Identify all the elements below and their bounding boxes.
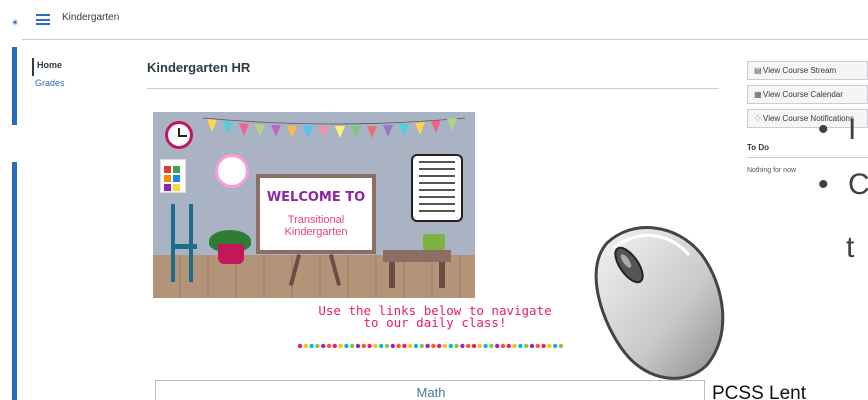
course-nav-home[interactable]: Home: [32, 58, 122, 76]
math-title[interactable]: Math: [156, 385, 706, 400]
divider-dot: [350, 343, 355, 349]
divider-dot: [321, 343, 326, 349]
divider-dot: [303, 343, 308, 349]
desk: [383, 250, 451, 262]
divider-dot: [419, 343, 424, 349]
divider-dot: [297, 343, 303, 349]
board-line-2: Kindergarten: [284, 226, 348, 238]
divider-dot: [553, 343, 558, 349]
divider-dot: [326, 343, 332, 349]
plant-pot: [218, 244, 244, 264]
divider-dot: [315, 343, 320, 349]
welcome-board: WELCOME TO Transitional Kindergarten: [256, 174, 376, 254]
divider-dot: [309, 343, 314, 349]
divider-dot: [361, 343, 366, 349]
divider-dot: [518, 343, 523, 349]
divider-dot: [338, 343, 343, 349]
calendar-icon: ▦: [754, 90, 762, 99]
divider-dot: [541, 343, 546, 349]
breadcrumb[interactable]: Kindergarten: [62, 12, 119, 23]
divider-dot: [373, 343, 378, 349]
divider-dot: [442, 343, 448, 349]
overlay-bullet: •: [818, 113, 829, 146]
view-course-calendar-button[interactable]: ▦View Course Calendar: [747, 85, 868, 104]
overlay-text-3: t: [846, 231, 855, 264]
global-nav-bar: [12, 47, 17, 125]
divider-dot: [332, 343, 337, 349]
nav-logo-icon[interactable]: ✴: [9, 18, 19, 30]
divider-dot: [437, 343, 442, 349]
divider-dot: [524, 343, 529, 349]
quote-note: [411, 154, 463, 222]
todo-divider: [747, 157, 868, 158]
divider-dot: [408, 343, 413, 349]
divider-dot: [466, 343, 471, 349]
button-label: View Course Stream: [763, 66, 837, 75]
stream-icon: ▤: [754, 66, 762, 75]
course-header: Kindergarten: [22, 0, 868, 40]
board-title: WELCOME TO: [266, 190, 366, 205]
divider-dot: [547, 343, 552, 349]
navigation-prompt: Use the links below to navigate to our d…: [290, 304, 580, 330]
divider-dot: [448, 343, 453, 349]
divider-dot: [512, 343, 517, 349]
sticker-badge: [215, 154, 249, 188]
divider-dot: [460, 343, 465, 349]
divider-dot: [529, 343, 535, 349]
divider-dot: [477, 343, 482, 349]
view-course-stream-button[interactable]: ▤View Course Stream: [747, 61, 868, 80]
todo-empty-text: Nothing for now: [747, 167, 797, 174]
board-subtitle: Transitional Kindergarten: [260, 214, 372, 238]
divider-dot: [390, 343, 395, 349]
divider-dot: [454, 343, 459, 349]
global-nav: ✴: [0, 0, 22, 400]
todo-heading: To Do: [747, 143, 770, 152]
calendar-poster: [160, 159, 186, 193]
button-label: View Course Calendar: [763, 90, 843, 99]
bunting-banner: [203, 117, 465, 138]
divider-dot: [355, 343, 361, 349]
global-nav-bar: [12, 162, 17, 400]
laptop-icon: [423, 234, 445, 250]
bell-icon: ♢: [754, 114, 762, 123]
clock-icon: [165, 121, 193, 149]
desk-leg: [439, 262, 445, 288]
overlay-bullet: •: [818, 168, 829, 201]
chair: [171, 204, 197, 282]
divider-dot: [431, 343, 436, 349]
button-label: View Course Notifications: [763, 114, 855, 123]
dotted-divider: [297, 343, 564, 349]
divider-dot: [384, 343, 390, 349]
divider-dot: [495, 343, 500, 349]
divider-dot: [506, 343, 511, 349]
desk-leg: [389, 262, 395, 288]
overlay-text-2: C: [848, 168, 868, 201]
hamburger-menu-icon[interactable]: [36, 14, 50, 25]
prompt-line-2: to our daily class!: [363, 315, 507, 330]
title-divider: [147, 88, 719, 89]
divider-dot: [489, 343, 494, 349]
mouse-icon: [594, 226, 725, 380]
divider-dot: [535, 343, 540, 349]
divider-dot: [367, 343, 372, 349]
divider-dot: [402, 343, 407, 349]
course-nav: Home Grades: [32, 58, 122, 94]
overlay-text-1: I: [848, 113, 857, 146]
divider-dot: [344, 343, 349, 349]
board-line-1: Transitional: [287, 214, 345, 226]
page-title: Kindergarten HR: [147, 60, 251, 75]
divider-dot: [396, 343, 401, 349]
divider-dot: [483, 343, 488, 349]
course-nav-grades[interactable]: Grades: [32, 76, 122, 94]
divider-dot: [471, 343, 477, 349]
divider-dot: [413, 343, 419, 349]
divider-dot: [500, 343, 506, 349]
divider-dot: [379, 343, 384, 349]
divider-dot: [558, 343, 564, 349]
classroom-image: WELCOME TO Transitional Kindergarten: [153, 112, 475, 298]
divider-dot: [425, 343, 430, 349]
overlay-bottom-text: PCSS Lent: [712, 383, 806, 400]
